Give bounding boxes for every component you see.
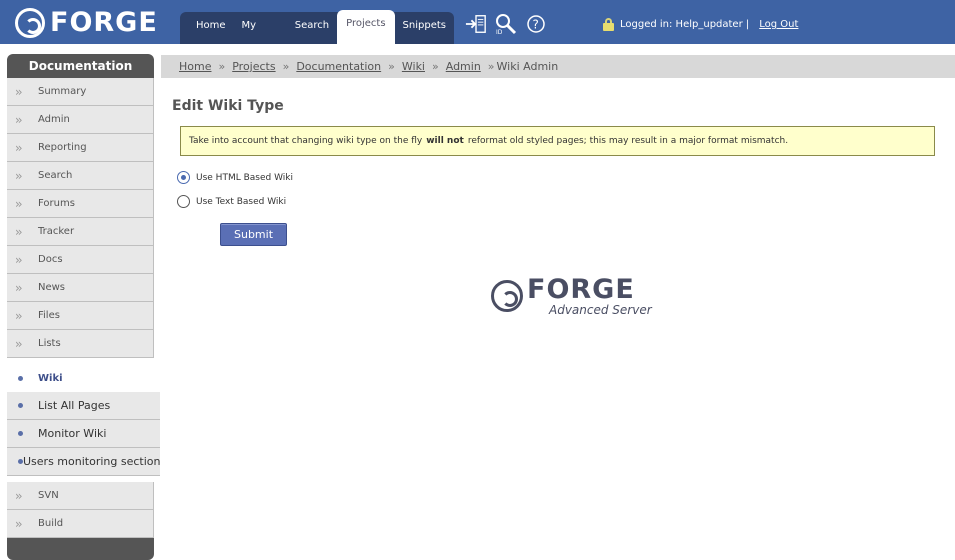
text-wiki-radio[interactable] — [177, 195, 190, 208]
sidebar-item-label: Reporting — [38, 142, 87, 153]
chevron-right-icon: ›› — [15, 280, 23, 295]
bullet-icon — [7, 431, 38, 436]
logout-link[interactable]: Log Out — [759, 19, 798, 30]
option-text-row[interactable]: Use Text Based Wiki — [177, 195, 286, 208]
import-icon[interactable] — [465, 13, 487, 35]
text-wiki-label: Use Text Based Wiki — [196, 196, 287, 207]
sidebar-item-docs[interactable]: ›› Docs — [7, 246, 154, 274]
sidebar-item-search[interactable]: ›› Search — [7, 162, 154, 190]
sidebar-subitem-label: Monitor Wiki — [38, 427, 107, 440]
chevron-right-icon: ›› — [15, 196, 23, 211]
lock-icon — [603, 18, 614, 31]
bullet-icon — [7, 459, 23, 464]
sidebar-item-wiki[interactable]: Wiki — [7, 364, 160, 392]
sidebar-item-label: Search — [38, 170, 73, 181]
svg-text:?: ? — [533, 18, 539, 32]
logged-in-text: Logged in: Help_updater | — [620, 19, 750, 30]
forge-logo[interactable]: FORGE — [15, 7, 158, 38]
svg-text:ID: ID — [496, 29, 503, 35]
breadcrumb-admin[interactable]: Admin — [446, 60, 481, 73]
sidebar-item-reporting[interactable]: ›› Reporting — [7, 134, 154, 162]
sidebar-item-tracker[interactable]: ›› Tracker — [7, 218, 154, 246]
login-area: Logged in: Help_updater | Log Out — [603, 18, 798, 31]
footer-logo-subtitle: Advanced Server — [549, 303, 652, 317]
sidebar-subitem-label: List All Pages — [38, 399, 111, 412]
chevron-right-icon: ›› — [15, 516, 23, 531]
sidebar-subitem-label: Users monitoring section — [23, 455, 160, 468]
tab-search[interactable]: Search — [287, 12, 337, 44]
sidebar-item-label: Admin — [38, 114, 70, 125]
footer-logo-text: FORGE — [527, 274, 635, 305]
breadcrumb-wiki[interactable]: Wiki — [402, 60, 425, 73]
chevron-right-icon: ›› — [15, 140, 23, 155]
forge-logo-text: FORGE — [50, 7, 158, 38]
sidebar-item-label: News — [38, 282, 66, 293]
forge-logo-icon — [15, 7, 45, 38]
page-title: Edit Wiki Type — [172, 98, 284, 114]
breadcrumb-documentation[interactable]: Documentation — [296, 60, 381, 73]
tab-home[interactable]: Home — [188, 12, 234, 44]
sidebar-item-label: Files — [38, 310, 60, 321]
forge-footer-logo-icon — [491, 280, 523, 312]
chevron-right-icon: ›› — [15, 112, 23, 127]
breadcrumb-separator: » — [432, 60, 439, 73]
sidebar-title: Documentation — [7, 54, 154, 78]
sidebar-item-label: SVN — [38, 490, 59, 501]
sidebar-item-label: Build — [38, 518, 64, 529]
breadcrumb-separator: » — [282, 60, 290, 73]
warning-text-before: Take into account that changing wiki typ… — [189, 136, 423, 146]
toolbar-icons: ID ? — [465, 13, 547, 35]
breadcrumb: Home » Projects » Documentation » Wiki »… — [161, 55, 955, 78]
breadcrumb-separator: » — [218, 60, 226, 73]
sidebar-item-label: Forums — [38, 198, 75, 209]
sidebar-subitem-users-monitoring[interactable]: Users monitoring section — [7, 448, 160, 476]
help-icon[interactable]: ? — [525, 13, 547, 35]
breadcrumb-separator: » — [388, 60, 395, 73]
chevron-right-icon: ›› — [15, 308, 23, 323]
sidebar-item-build[interactable]: ›› Build — [7, 510, 154, 538]
breadcrumb-projects[interactable]: Projects — [232, 60, 275, 73]
breadcrumb-home[interactable]: Home — [179, 60, 211, 73]
chevron-right-icon: ›› — [15, 84, 23, 99]
chevron-right-icon: ›› — [15, 336, 23, 351]
footer-logo: FORGE Advanced Server — [491, 276, 652, 316]
chevron-right-icon: ›› — [15, 488, 23, 503]
sidebar-item-files[interactable]: ›› Files — [7, 302, 154, 330]
bullet-icon — [7, 375, 38, 381]
tab-snippets[interactable]: Snippets — [395, 12, 454, 44]
tab-my-stuff[interactable]: My Stuff — [234, 12, 287, 59]
html-wiki-radio[interactable] — [177, 171, 190, 184]
warning-message: Take into account that changing wiki typ… — [180, 126, 935, 156]
main-nav: Home My Stuff Search Projects Snippets — [180, 10, 454, 59]
html-wiki-label: Use HTML Based Wiki — [196, 172, 293, 183]
sidebar-item-news[interactable]: ›› News — [7, 274, 154, 302]
warning-text-bold: will not — [426, 136, 464, 146]
option-html-row[interactable]: Use HTML Based Wiki — [177, 171, 293, 184]
chevron-right-icon: ›› — [15, 224, 23, 239]
search-id-icon[interactable]: ID — [495, 13, 517, 35]
bullet-icon — [7, 403, 38, 408]
breadcrumb-separator: » — [487, 60, 495, 73]
tab-projects[interactable]: Projects — [337, 10, 395, 44]
sidebar-item-summary[interactable]: ›› Summary — [7, 78, 154, 106]
breadcrumb-current: Wiki Admin — [496, 60, 559, 73]
sidebar: Documentation ›› Summary ›› Admin ›› Report… — [7, 54, 160, 560]
chevron-right-icon: ›› — [15, 252, 23, 267]
sidebar-item-label: Summary — [38, 86, 87, 97]
sidebar-item-label: Docs — [38, 254, 63, 265]
submit-button[interactable]: Submit — [220, 223, 287, 246]
sidebar-item-svn[interactable]: ›› SVN — [7, 482, 154, 510]
top-bar: FORGE Home My Stuff Search Projects Snip… — [0, 0, 955, 59]
sidebar-item-label: Lists — [38, 338, 61, 349]
sidebar-subitem-monitor-wiki[interactable]: Monitor Wiki — [7, 420, 160, 448]
sidebar-footer — [7, 538, 154, 560]
sidebar-subitem-list-all-pages[interactable]: List All Pages — [7, 392, 160, 420]
sidebar-item-lists[interactable]: ›› Lists — [7, 330, 154, 358]
chevron-right-icon: ›› — [15, 168, 23, 183]
sidebar-item-forums[interactable]: ›› Forums — [7, 190, 154, 218]
warning-text-after: reformat old styled pages; this may resu… — [467, 136, 789, 146]
sidebar-item-admin[interactable]: ›› Admin — [7, 106, 154, 134]
sidebar-item-label: Wiki — [38, 372, 63, 384]
sidebar-item-label: Tracker — [38, 226, 75, 237]
